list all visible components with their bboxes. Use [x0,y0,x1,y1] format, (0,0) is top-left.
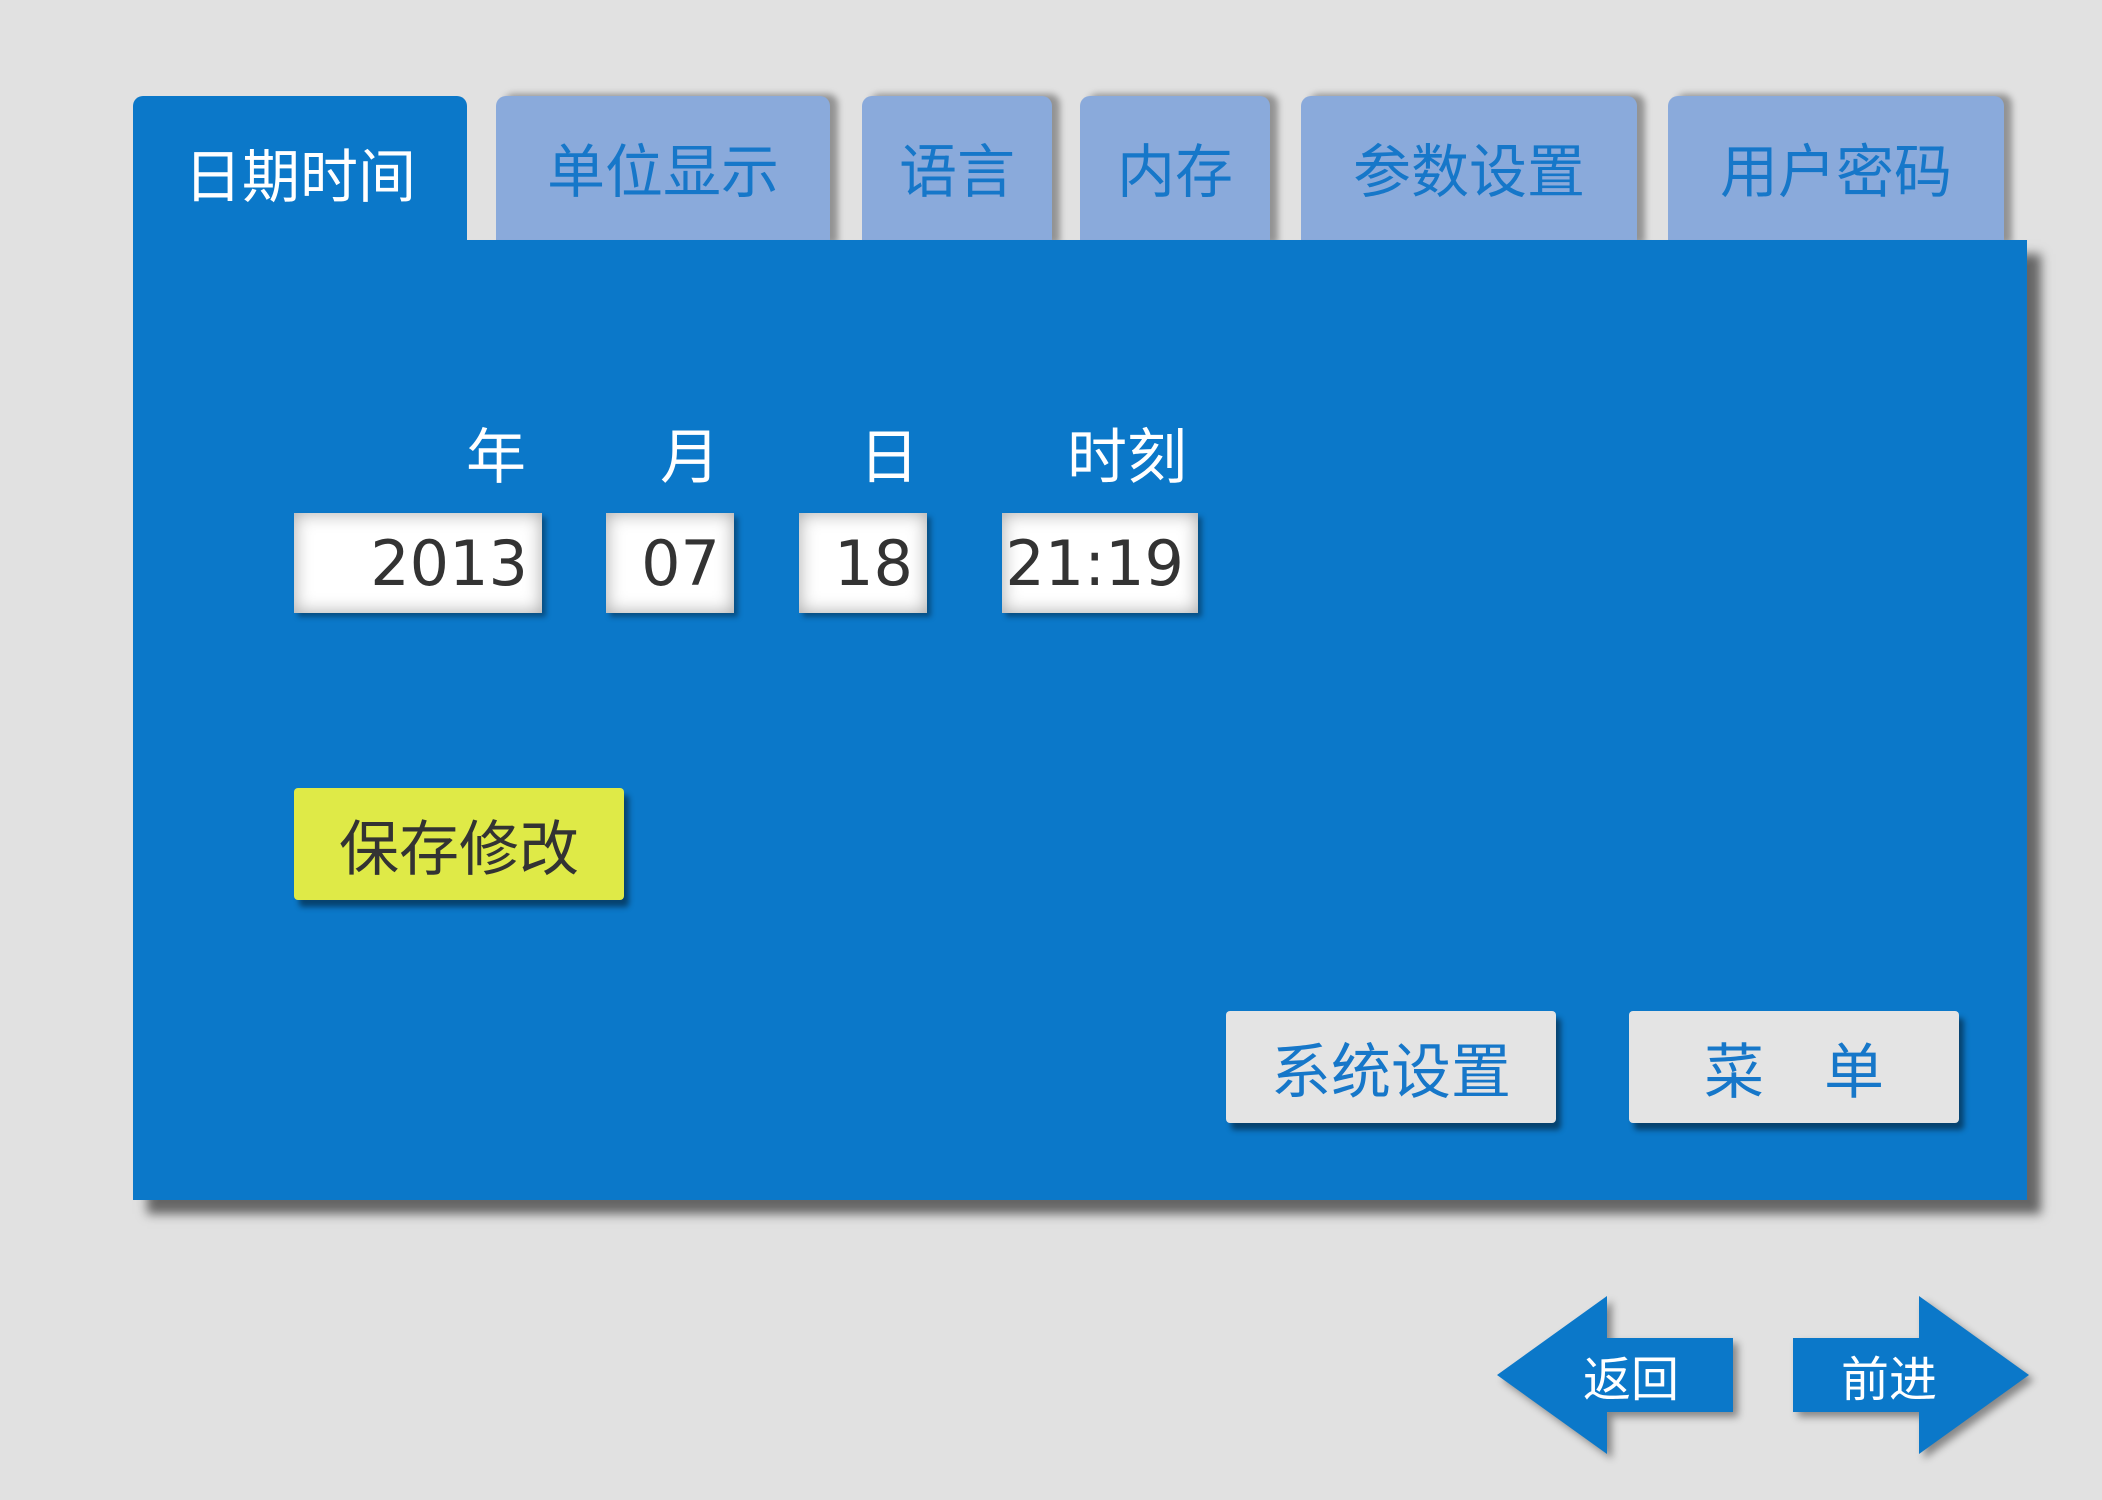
tab-datetime-label: 日期时间 [183,143,416,211]
menu-button[interactable]: 菜 单 [1629,1011,1959,1123]
system-settings-button[interactable]: 系统设置 [1226,1011,1556,1123]
tab-memory[interactable]: 内存 [1080,96,1270,246]
tab-user-password-label: 用户密码 [1719,138,1952,206]
year-input[interactable]: 2013 [294,513,542,613]
back-button[interactable]: 返回 [1497,1296,1733,1454]
save-changes-label: 保存修改 [339,814,579,885]
forward-button[interactable]: 前进 [1793,1296,2029,1454]
time-label: 时刻 [1067,423,1187,493]
forward-label: 前进 [1841,1352,1938,1408]
year-label: 年 [466,423,526,493]
tab-unit-display-label: 单位显示 [546,138,779,206]
tab-user-password[interactable]: 用户密码 [1668,96,2004,246]
tab-language-label: 语言 [898,138,1015,206]
tab-language[interactable]: 语言 [862,96,1052,246]
tab-unit-display[interactable]: 单位显示 [496,96,830,246]
year-value: 2013 [370,526,528,600]
tab-datetime[interactable]: 日期时间 [133,96,467,256]
month-label: 月 [660,423,720,493]
time-input[interactable]: 21:19 [1002,513,1198,613]
save-changes-button[interactable]: 保存修改 [294,788,624,900]
menu-label: 菜 单 [1704,1037,1884,1108]
month-input[interactable]: 07 [606,513,734,613]
system-settings-label: 系统设置 [1271,1037,1511,1108]
tab-parameter-settings-label: 参数设置 [1352,138,1585,206]
datetime-panel: 年 月 日 时刻 2013 07 18 21:19 保存修改 系统设置 菜 单 [133,240,2027,1200]
back-label: 返回 [1583,1352,1680,1408]
day-label: 日 [859,423,919,493]
tab-memory-label: 内存 [1116,138,1233,206]
tab-parameter-settings[interactable]: 参数设置 [1301,96,1637,246]
time-value: 21:19 [1005,526,1184,600]
month-value: 07 [641,526,720,600]
day-value: 18 [834,526,913,600]
day-input[interactable]: 18 [799,513,927,613]
